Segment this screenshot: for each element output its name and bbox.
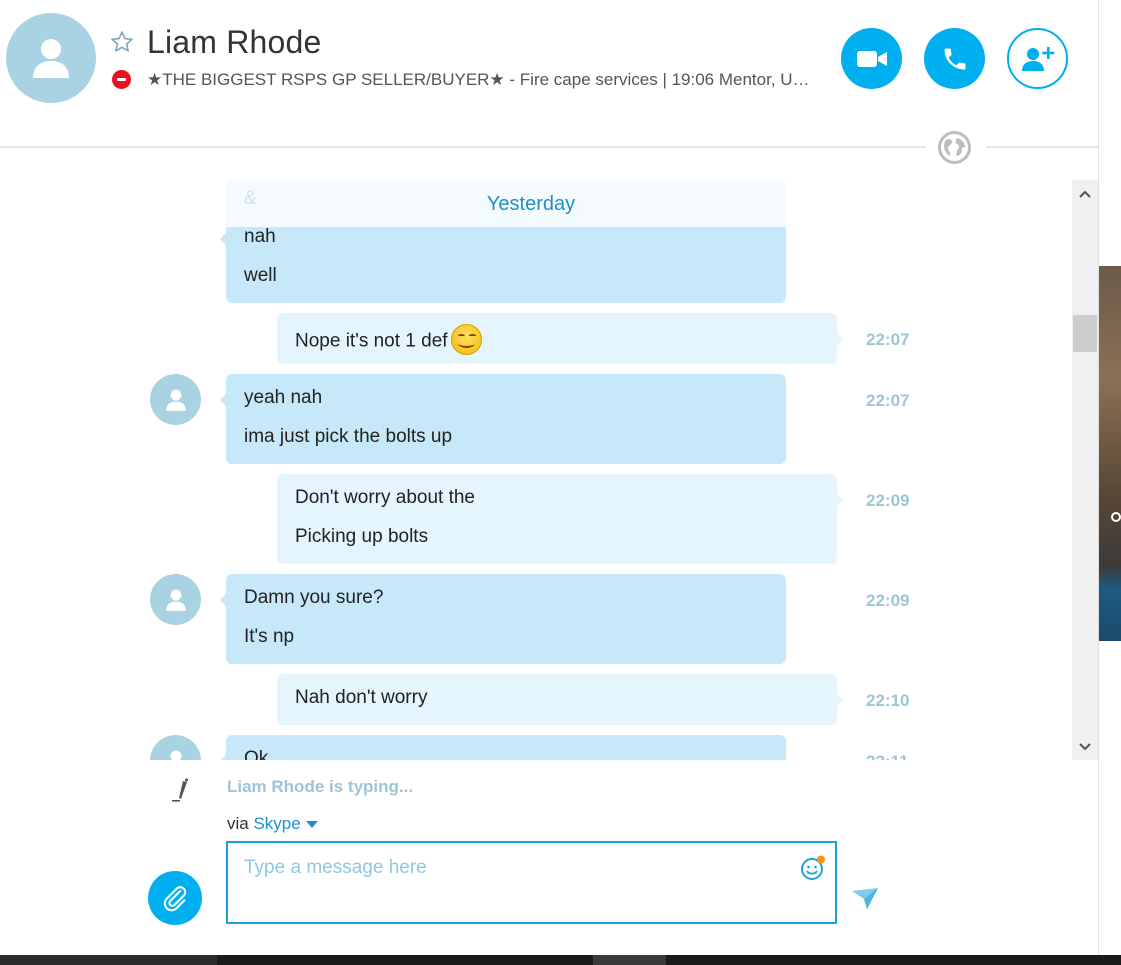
person-icon (170, 750, 181, 760)
send-message-icon[interactable] (851, 887, 879, 911)
contact-avatar[interactable] (6, 13, 96, 103)
smile-emoji-icon (450, 324, 482, 355)
message-text: yeah nah (244, 387, 323, 408)
background-image-strip (1099, 266, 1121, 641)
message-text: Ok (244, 748, 269, 760)
video-camera-icon (856, 50, 887, 67)
scroll-up-arrow-icon[interactable] (1072, 182, 1098, 206)
message-text: Damn you sure? (244, 587, 384, 608)
message-bubble-outgoing[interactable]: Nah don't worry (277, 674, 843, 725)
status-dnd-icon (112, 70, 131, 89)
message-timestamp: 22:07 (866, 391, 910, 410)
message-text: nah (244, 226, 276, 247)
message-input[interactable] (244, 853, 784, 883)
background-image-detail (1111, 512, 1121, 522)
message-text: Don't worry about the (295, 487, 475, 508)
chat-scrollbar[interactable] (1072, 180, 1098, 760)
favorite-star-icon[interactable] (110, 30, 134, 54)
contact-avatar-small[interactable] (150, 574, 201, 625)
globe-icon[interactable] (937, 130, 972, 165)
contact-name[interactable]: Liam Rhode (147, 24, 322, 61)
person-icon (165, 589, 186, 611)
mood-message: ★THE BIGGEST RSPS GP SELLER/BUYER★ - Fir… (147, 70, 817, 89)
via-selector: via Skype (227, 814, 318, 834)
message-bubble-outgoing[interactable]: Nope it's not 1 def (277, 313, 843, 364)
via-service-dropdown[interactable]: Skype (253, 814, 318, 833)
message-timestamp: 22:11 (866, 752, 909, 760)
taskbar-item[interactable] (593, 955, 666, 965)
video-call-button[interactable] (841, 28, 902, 89)
message-text-content: Nope it's not 1 def (295, 330, 448, 352)
message-text: Nah don't worry (295, 687, 428, 708)
scroll-down-arrow-icon[interactable] (1072, 735, 1098, 759)
person-icon (33, 39, 69, 78)
header-divider-right (986, 146, 1098, 148)
message-text: ima just pick the bolts up (244, 426, 453, 447)
header-divider (0, 146, 926, 148)
message-composer[interactable] (226, 841, 837, 924)
paperclip-icon (163, 886, 187, 912)
message-bubble-outgoing[interactable]: Don't worry about the Picking up bolts (277, 474, 843, 564)
message-text: Nope it's not 1 def (295, 324, 482, 357)
via-service-label: Skype (253, 814, 301, 833)
scrollbar-thumb[interactable] (1073, 315, 1097, 352)
message-bubble-incoming[interactable]: Ok (220, 735, 786, 760)
message-timestamp: 22:09 (866, 591, 910, 610)
via-label: via (227, 814, 249, 833)
message-timestamp: 22:10 (866, 691, 910, 710)
emoticon-picker-icon[interactable] (800, 855, 826, 881)
audio-call-button[interactable] (924, 28, 985, 89)
message-text: Picking up bolts (295, 526, 429, 547)
message-text: well (244, 265, 277, 286)
add-person-icon (1021, 46, 1054, 71)
message-bubble-incoming[interactable]: Damn you sure? It's np (220, 574, 786, 664)
phone-icon (944, 48, 965, 69)
caret-down-icon (305, 821, 318, 829)
typing-pencil-icon (172, 778, 188, 802)
contact-avatar-small[interactable] (150, 735, 201, 760)
message-timestamp: 22:09 (866, 491, 910, 510)
message-text: It's np (244, 626, 295, 647)
typing-indicator: Liam Rhode is typing... (227, 777, 414, 796)
person-icon (165, 389, 186, 411)
contact-avatar-small[interactable] (150, 374, 201, 425)
date-separator: Yesterday (486, 193, 576, 215)
conversation-history[interactable]: nah well & Yesterday Nope it's not 1 def… (0, 180, 1072, 760)
taskbar-item[interactable] (0, 955, 217, 965)
attach-file-button[interactable] (148, 871, 202, 925)
message-timestamp: 22:07 (866, 330, 910, 349)
add-participant-button[interactable] (1007, 28, 1068, 89)
message-bubble-incoming[interactable]: yeah nah ima just pick the bolts up (220, 374, 786, 464)
